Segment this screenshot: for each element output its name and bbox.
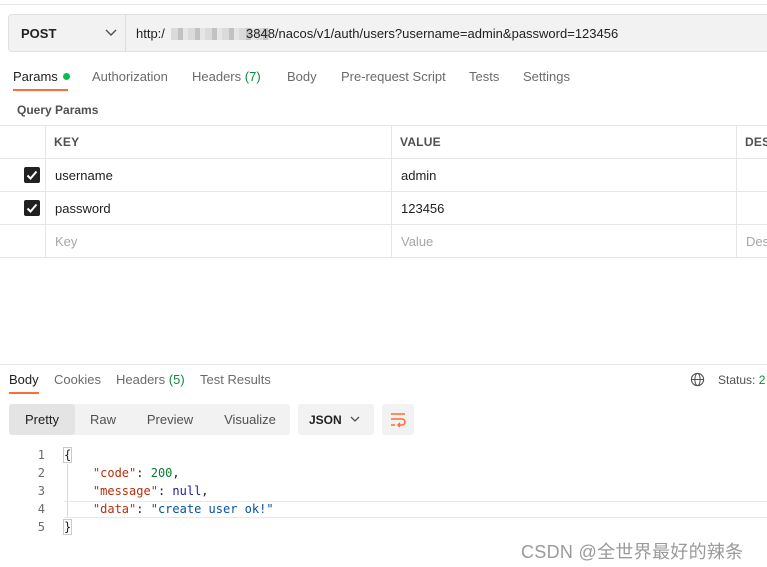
method-select[interactable]: POST xyxy=(8,14,125,52)
code-line: { xyxy=(62,447,73,463)
column-divider xyxy=(736,125,737,257)
tab-authorization[interactable]: Authorization xyxy=(92,69,168,84)
active-tab-indicator xyxy=(13,89,68,91)
response-tab-headers[interactable]: Headers (5) xyxy=(116,372,185,387)
table-header-row: KEY VALUE DES xyxy=(0,125,767,159)
query-params-title: Query Params xyxy=(17,103,99,117)
response-tab-cookies[interactable]: Cookies xyxy=(54,372,101,387)
wrap-lines-icon xyxy=(391,413,406,428)
check-icon xyxy=(26,170,38,180)
table-row: username admin xyxy=(0,159,767,192)
tab-tests[interactable]: Tests xyxy=(469,69,499,84)
row-checkbox[interactable] xyxy=(24,200,40,216)
table-row-empty: Key Value Des xyxy=(0,225,767,258)
view-mode-visualize[interactable]: Visualize xyxy=(212,404,288,435)
column-divider xyxy=(45,125,46,257)
tab-body[interactable]: Body xyxy=(287,69,317,84)
active-dot-icon xyxy=(62,73,70,80)
code-line: } xyxy=(62,519,73,535)
table-row: password 123456 xyxy=(0,192,767,225)
param-value[interactable]: admin xyxy=(401,168,436,183)
url-prefix: http:/ xyxy=(136,26,165,41)
param-key[interactable]: username xyxy=(55,168,113,183)
key-placeholder[interactable]: Key xyxy=(55,234,77,249)
value-column-header: VALUE xyxy=(400,135,441,149)
description-column-header: DES xyxy=(745,135,767,149)
code-line: "message": null, xyxy=(92,484,209,498)
url-suffix: 3848/nacos/v1/auth/users?username=admin&… xyxy=(246,26,619,41)
row-checkbox[interactable] xyxy=(24,167,40,183)
param-key[interactable]: password xyxy=(55,201,111,216)
status-code: 2 xyxy=(758,373,766,387)
format-select[interactable]: JSON xyxy=(298,404,374,435)
tab-pre-request-script[interactable]: Pre-request Script xyxy=(341,69,446,84)
globe-icon[interactable] xyxy=(690,372,705,387)
line-number: 3 xyxy=(37,484,45,498)
chevron-down-icon xyxy=(105,29,117,36)
column-divider xyxy=(391,125,392,257)
chevron-down-icon xyxy=(350,416,360,422)
code-line: "data": "create user ok!" xyxy=(92,502,274,516)
line-number: 2 xyxy=(37,466,45,480)
value-placeholder[interactable]: Value xyxy=(401,234,433,249)
top-divider xyxy=(0,4,767,5)
line-number: 1 xyxy=(37,448,45,462)
key-column-header: KEY xyxy=(54,135,80,149)
view-mode-preview[interactable]: Preview xyxy=(133,404,207,435)
response-tab-body[interactable]: Body xyxy=(9,372,39,387)
response-tab-test-results[interactable]: Test Results xyxy=(200,372,271,387)
status-indicator: Status: 2 xyxy=(718,373,766,387)
response-divider[interactable] xyxy=(0,364,767,365)
active-response-tab-indicator xyxy=(9,392,39,394)
response-body-editor[interactable]: 1 2 3 4 5 { "code": 200, "message": null… xyxy=(0,446,767,546)
tab-settings[interactable]: Settings xyxy=(523,69,570,84)
view-mode-toggle: Pretty Raw Preview Visualize xyxy=(9,404,290,435)
line-number: 4 xyxy=(37,502,45,516)
code-line: "code": 200, xyxy=(92,466,180,480)
param-value[interactable]: 123456 xyxy=(401,201,444,216)
tab-headers[interactable]: Headers (7) xyxy=(192,69,261,84)
wrap-lines-button[interactable] xyxy=(382,404,414,435)
line-number: 5 xyxy=(37,520,45,534)
description-placeholder[interactable]: Des xyxy=(746,234,767,249)
view-mode-pretty[interactable]: Pretty xyxy=(9,404,75,435)
url-input[interactable]: http:/ 3848/nacos/v1/auth/users?username… xyxy=(125,14,767,52)
tab-params[interactable]: Params xyxy=(13,69,70,84)
check-icon xyxy=(26,203,38,213)
watermark: CSDN @全世界最好的辣条 xyxy=(521,542,744,562)
view-mode-raw[interactable]: Raw xyxy=(77,404,129,435)
method-label: POST xyxy=(21,26,57,41)
